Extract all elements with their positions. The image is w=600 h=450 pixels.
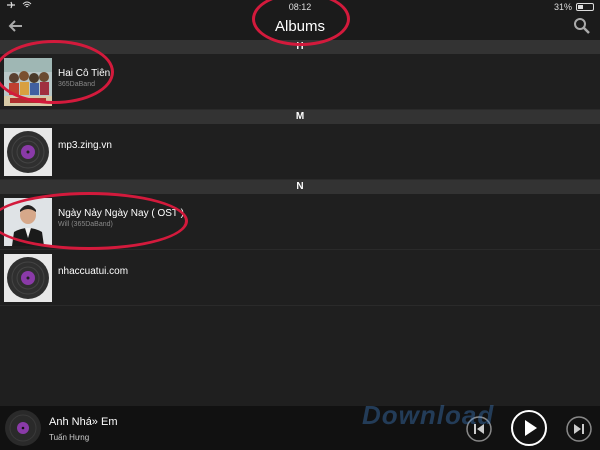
search-icon[interactable] [572,16,592,36]
next-icon[interactable] [566,416,592,442]
album-row-ngay-nay[interactable]: Ngày Nảy Ngày Nay ( OST ) Will (365DaBan… [0,194,600,250]
battery-percent: 31% [553,2,572,12]
section-header-m: M [0,110,600,124]
page-title: Albums [274,18,326,35]
album-cover-hai-co-tien [4,58,52,106]
album-row-nhaccuatui[interactable]: nhaccuatui.com [0,250,600,306]
play-icon[interactable] [510,409,548,447]
now-playing-disc-icon [5,410,41,446]
now-playing-artist: Tuấn Hưng [49,433,90,442]
album-artist: Will (365DaBand) [58,221,113,228]
album-title: nhaccuatui.com [58,266,129,277]
album-cover-nhaccuatui [4,254,52,302]
album-title: Hai Cô Tiên [58,68,111,79]
nav-bar: Albums [0,14,600,40]
now-playing-bar[interactable]: Anh Nhá» Em Tuấn Hưng [0,406,600,450]
status-bar: 08:12 31% [0,0,600,14]
album-cover-mp3-zing [4,128,52,176]
now-playing-title: Anh Nhá» Em [49,416,118,428]
battery-icon [576,3,594,11]
album-title: Ngày Nảy Ngày Nay ( OST ) [58,208,184,219]
section-header-h: H [0,40,600,54]
section-header-n: N [0,180,600,194]
album-title: mp3.zing.vn [58,140,112,151]
status-time: 08:12 [288,2,312,12]
album-cover-ngay-nay [4,198,52,246]
watermark: Download [362,400,495,430]
album-row-hai-co-tien[interactable]: Hai Cô Tiên 365DaBand [0,54,600,110]
album-row-mp3-zing[interactable]: mp3.zing.vn [0,124,600,180]
album-artist: 365DaBand [58,81,95,88]
status-right: 31% [554,2,594,12]
